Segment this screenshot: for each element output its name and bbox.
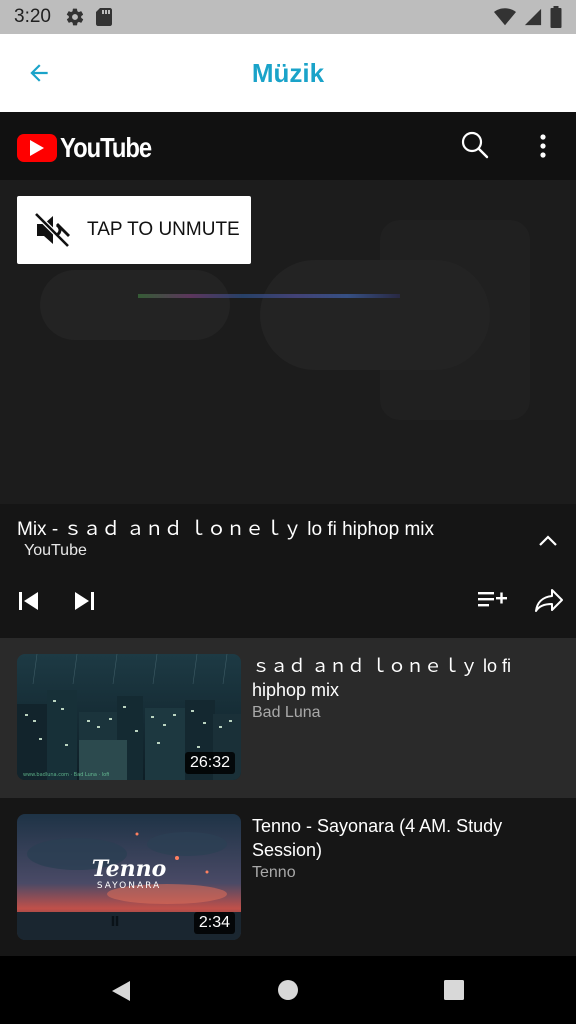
search-icon	[461, 131, 489, 159]
queue-list: www.badluna.com · Bad Luna · lofi 26:32 …	[0, 638, 576, 956]
search-button[interactable]	[460, 130, 492, 162]
back-button[interactable]	[22, 56, 56, 90]
next-button[interactable]	[71, 588, 97, 614]
nav-recents-button[interactable]	[443, 979, 465, 1001]
thumbnail-watermark: www.badluna.com · Bad Luna · lofi	[23, 772, 109, 778]
youtube-logo[interactable]: YouTube	[17, 132, 167, 164]
video-title: Tenno - Sayonara (4 AM. Study Session)	[252, 816, 503, 860]
status-time: 3:20	[14, 6, 51, 27]
battery-icon	[550, 6, 562, 28]
more-vert-icon	[540, 134, 546, 158]
collapse-button[interactable]	[533, 526, 563, 556]
thumbnail-subtitle-text: SAYONARA	[97, 881, 161, 891]
volume-off-icon	[34, 212, 70, 248]
unmute-label: TAP TO UNMUTE	[87, 219, 240, 240]
video-thumbnail: Tenno SAYONARA 2:34	[17, 814, 241, 940]
nav-back-button[interactable]	[108, 978, 134, 1004]
previous-button[interactable]	[16, 588, 42, 614]
recents-square-icon	[444, 980, 464, 1000]
arrow-left-icon	[30, 64, 48, 82]
chevron-up-icon	[539, 535, 557, 546]
youtube-play-icon	[17, 134, 57, 162]
thumbnail-title-text: Tenno	[92, 856, 167, 882]
nav-home-button[interactable]	[277, 979, 299, 1001]
signal-icon	[524, 8, 542, 26]
page-title: Müzik	[251, 57, 325, 88]
list-item[interactable]: www.badluna.com · Bad Luna · lofi 26:32 …	[0, 638, 576, 798]
sd-card-icon	[95, 8, 112, 26]
wifi-icon	[494, 8, 516, 26]
unmute-button[interactable]: TAP TO UNMUTE	[17, 196, 251, 264]
skip-previous-icon	[19, 592, 38, 610]
more-options-button[interactable]	[530, 130, 556, 162]
youtube-header: YouTube	[0, 112, 576, 180]
video-glitch-line	[138, 294, 400, 298]
list-item[interactable]: Tenno SAYONARA 2:34 Tenno - Sayonara (4 …	[0, 798, 576, 958]
add-to-playlist-button[interactable]	[476, 586, 508, 614]
now-playing-title: Mix - ｓａｄ ａｎｄ ｌｏｎｅｌｙ lo fi hiphop mix	[17, 519, 434, 540]
share-icon	[535, 589, 563, 612]
status-bar: 3:20	[0, 0, 576, 34]
gear-icon	[66, 8, 84, 26]
home-circle-icon	[278, 980, 298, 1000]
skip-next-icon	[75, 592, 94, 610]
playlist-add-icon	[478, 592, 507, 607]
video-duration: 26:32	[184, 752, 235, 774]
video-author: Bad Luna	[252, 704, 321, 721]
video-duration: 2:34	[193, 912, 235, 934]
youtube-logo-text: YouTube	[60, 132, 152, 163]
system-nav-bar	[0, 956, 576, 1024]
now-playing-panel: Mix - ｓａｄ ａｎｄ ｌｏｎｅｌｙ lo fi hiphop mix Yo…	[0, 504, 576, 638]
video-thumbnail: www.badluna.com · Bad Luna · lofi 26:32	[17, 654, 241, 780]
app-bar: Müzik	[0, 34, 576, 112]
now-playing-subtitle: YouTube	[24, 542, 87, 559]
back-triangle-icon	[112, 981, 130, 1001]
video-frame-shape	[380, 220, 530, 420]
share-button[interactable]	[533, 584, 565, 616]
video-frame-shape	[40, 270, 230, 340]
video-title: ｓａｄ ａｎｄ ｌｏｎｅｌｙ lo fi hiphop mix	[252, 656, 512, 700]
video-author: Tenno	[252, 864, 296, 881]
video-player[interactable]: TAP TO UNMUTE	[0, 180, 576, 504]
